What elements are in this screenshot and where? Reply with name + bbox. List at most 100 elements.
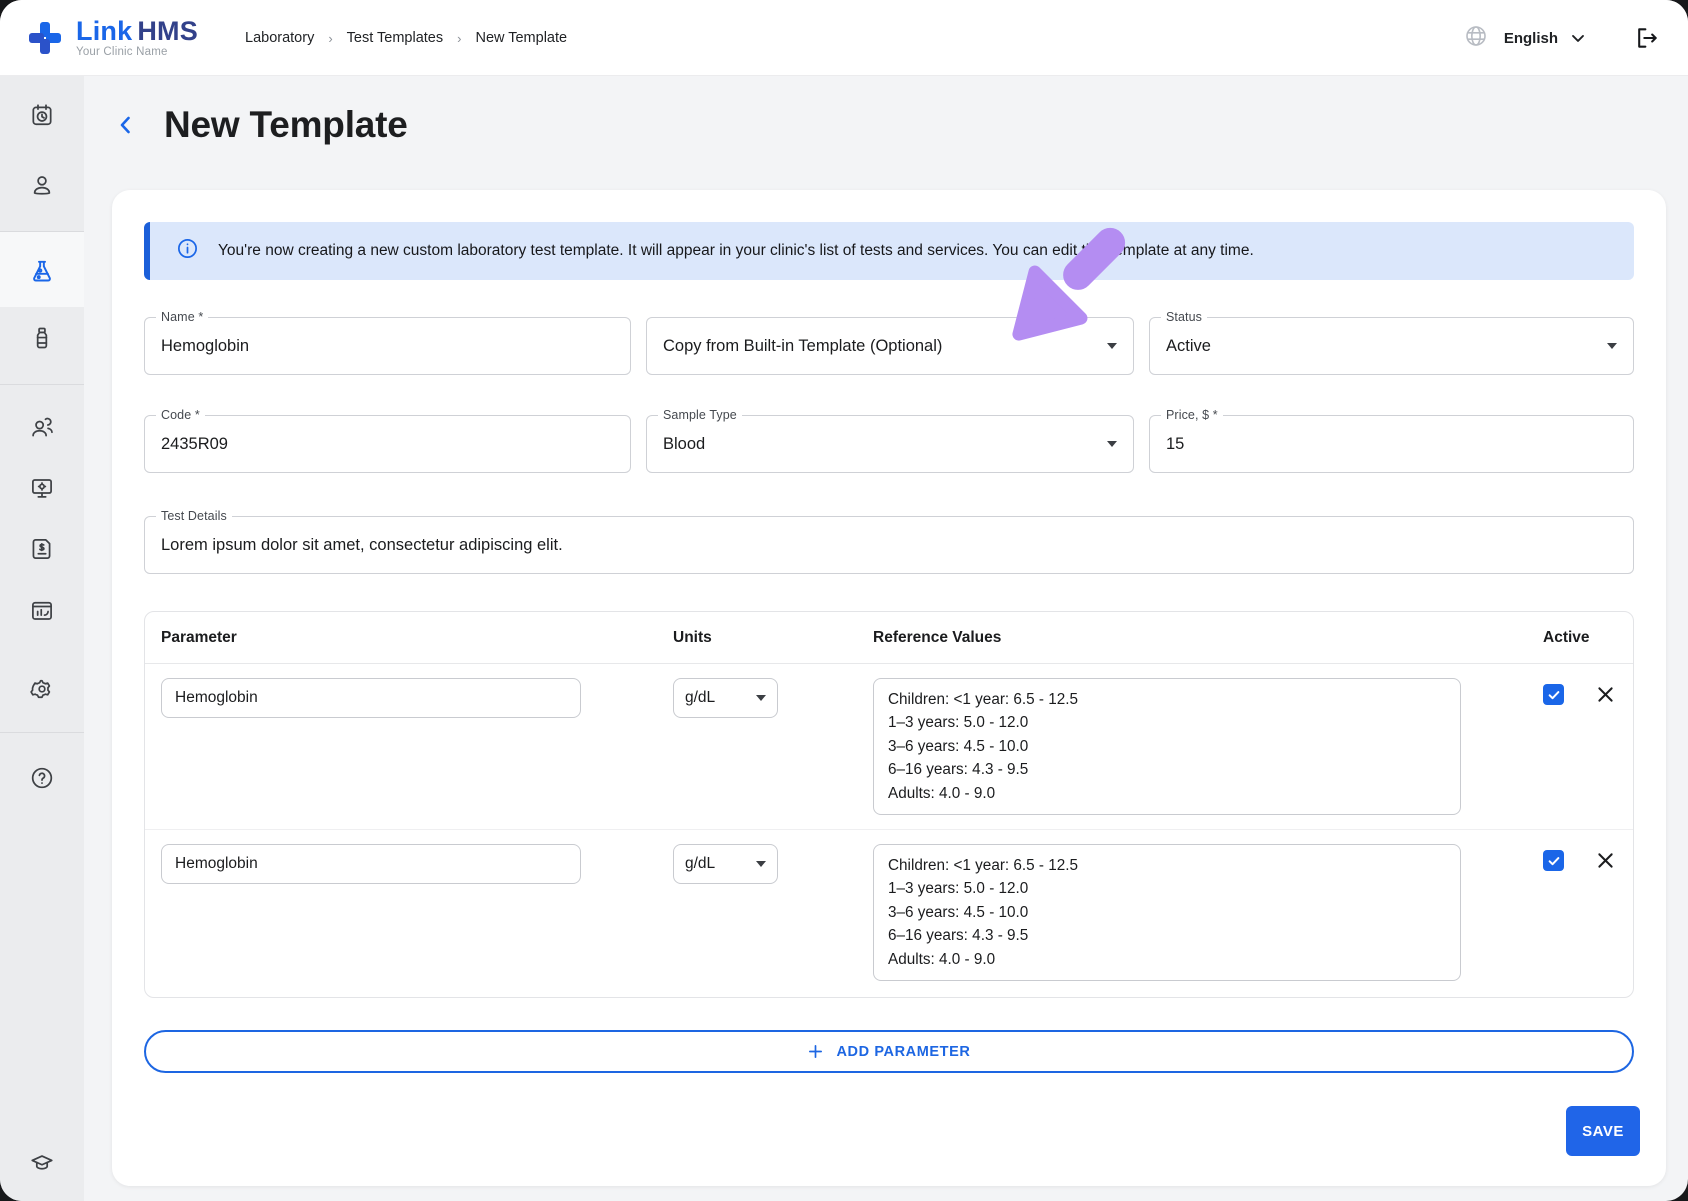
status-select-label: Status [1161, 310, 1207, 324]
copy-template-select[interactable]: Copy from Built-in Template (Optional) [646, 317, 1134, 375]
breadcrumb-laboratory[interactable]: Laboratory [245, 30, 314, 46]
chevron-right-icon: › [457, 31, 461, 46]
remove-parameter-button[interactable] [1595, 850, 1616, 871]
price-field-label: Price, $ * [1161, 408, 1223, 422]
invoice-icon [29, 536, 55, 562]
units-select[interactable]: g/dL [673, 844, 778, 884]
plus-icon [807, 1043, 824, 1060]
sidebar-item-help[interactable] [29, 765, 55, 791]
test-details-field[interactable]: Test Details [144, 516, 1634, 574]
back-button[interactable] [114, 113, 138, 137]
column-header-active: Active [1513, 629, 1617, 647]
name-field[interactable]: Name * [144, 317, 631, 375]
breadcrumb: Laboratory › Test Templates › New Templa… [245, 0, 567, 76]
reference-values-textarea[interactable]: Children: <1 year: 6.5 - 12.5 1–3 years:… [873, 844, 1461, 981]
units-select-value: g/dL [685, 689, 715, 707]
info-icon [176, 237, 199, 265]
save-button[interactable]: SAVE [1566, 1106, 1640, 1156]
caret-down-icon [756, 695, 766, 701]
column-header-units: Units [673, 629, 873, 647]
caret-down-icon [1107, 343, 1117, 349]
parameter-row: g/dL Children: <1 year: 6.5 - 12.5 1–3 y… [145, 664, 1633, 829]
caret-down-icon [1607, 343, 1617, 349]
caret-down-icon [756, 861, 766, 867]
graduation-cap-icon [29, 1150, 55, 1176]
parameters-table-header: Parameter Units Reference Values Active [145, 612, 1633, 664]
parameters-table: Parameter Units Reference Values Active … [144, 611, 1634, 998]
sidebar-item-laboratory[interactable] [29, 258, 55, 284]
monitor-gear-icon [29, 475, 55, 501]
test-details-label: Test Details [156, 509, 232, 523]
column-header-reference: Reference Values [873, 629, 1513, 647]
check-icon [1547, 688, 1561, 702]
sidebar-item-reports[interactable] [29, 598, 55, 624]
info-banner: You're now creating a new custom laborat… [144, 222, 1634, 280]
close-icon [1595, 850, 1616, 871]
status-select[interactable]: Status Active [1149, 317, 1634, 375]
add-parameter-button[interactable]: ADD PARAMETER [144, 1030, 1634, 1073]
app-logo: LinkHMS Your Clinic Name [26, 17, 198, 58]
sample-type-select-label: Sample Type [658, 408, 742, 422]
template-form-card: You're now creating a new custom laborat… [112, 190, 1666, 1186]
gear-icon [29, 676, 55, 702]
check-icon [1547, 854, 1561, 868]
sidebar-divider [0, 732, 84, 733]
globe-icon [1464, 24, 1488, 53]
name-field-label: Name * [156, 310, 208, 324]
page-title: New Template [164, 104, 408, 146]
logo-wordmark: LinkHMS [76, 17, 198, 45]
parameter-row: g/dL Children: <1 year: 6.5 - 12.5 1–3 y… [145, 829, 1633, 995]
copy-template-select-value: Copy from Built-in Template (Optional) [663, 337, 942, 356]
sidebar-item-staff[interactable] [29, 414, 55, 440]
sidebar-item-billing[interactable] [29, 536, 55, 562]
remove-parameter-button[interactable] [1595, 684, 1616, 705]
sample-type-select-value: Blood [663, 435, 705, 454]
top-header: LinkHMS Your Clinic Name Laboratory › Te… [0, 0, 1688, 76]
logo-cross-icon [26, 19, 64, 57]
active-checkbox[interactable] [1543, 850, 1564, 871]
language-chevron-down-icon[interactable] [1568, 28, 1588, 48]
sidebar-item-settings[interactable] [29, 676, 55, 702]
reference-values-textarea[interactable]: Children: <1 year: 6.5 - 12.5 1–3 years:… [873, 678, 1461, 815]
code-input[interactable] [161, 435, 614, 454]
sidebar-nav [0, 76, 84, 1201]
test-details-input[interactable] [161, 536, 1617, 555]
sample-type-select[interactable]: Sample Type Blood [646, 415, 1134, 473]
app-window: LinkHMS Your Clinic Name Laboratory › Te… [0, 0, 1688, 1201]
question-circle-icon [29, 765, 55, 791]
language-selector-value[interactable]: English [1504, 30, 1558, 47]
column-header-parameter: Parameter [161, 629, 673, 647]
lab-flask-icon [29, 258, 55, 284]
users-group-icon [29, 414, 55, 440]
parameter-name-input[interactable] [161, 844, 581, 884]
chevron-left-icon [114, 113, 138, 137]
price-field[interactable]: Price, $ * [1149, 415, 1634, 473]
user-icon [29, 172, 55, 198]
info-banner-text: You're now creating a new custom laborat… [218, 242, 1254, 260]
close-icon [1595, 684, 1616, 705]
sidebar-item-pharmacy[interactable] [29, 325, 55, 351]
status-select-value: Active [1166, 337, 1211, 356]
caret-down-icon [1107, 441, 1117, 447]
active-checkbox[interactable] [1543, 684, 1564, 705]
code-field[interactable]: Code * [144, 415, 631, 473]
calendar-clock-icon [29, 102, 55, 128]
breadcrumb-new-template: New Template [475, 30, 567, 46]
clinic-name: Your Clinic Name [76, 46, 198, 58]
breadcrumb-test-templates[interactable]: Test Templates [347, 30, 443, 46]
units-select[interactable]: g/dL [673, 678, 778, 718]
bar-chart-icon [29, 598, 55, 624]
logout-icon[interactable] [1634, 25, 1660, 51]
price-input[interactable] [1166, 435, 1617, 454]
sidebar-item-patients[interactable] [29, 172, 55, 198]
code-field-label: Code * [156, 408, 205, 422]
name-input[interactable] [161, 337, 614, 356]
sidebar-divider [0, 384, 84, 385]
parameter-name-input[interactable] [161, 678, 581, 718]
units-select-value: g/dL [685, 855, 715, 873]
chevron-right-icon: › [328, 31, 332, 46]
sidebar-item-learning[interactable] [29, 1150, 55, 1176]
sidebar-item-appointments[interactable] [29, 102, 55, 128]
sidebar-divider [0, 231, 84, 232]
sidebar-item-workstation[interactable] [29, 475, 55, 501]
